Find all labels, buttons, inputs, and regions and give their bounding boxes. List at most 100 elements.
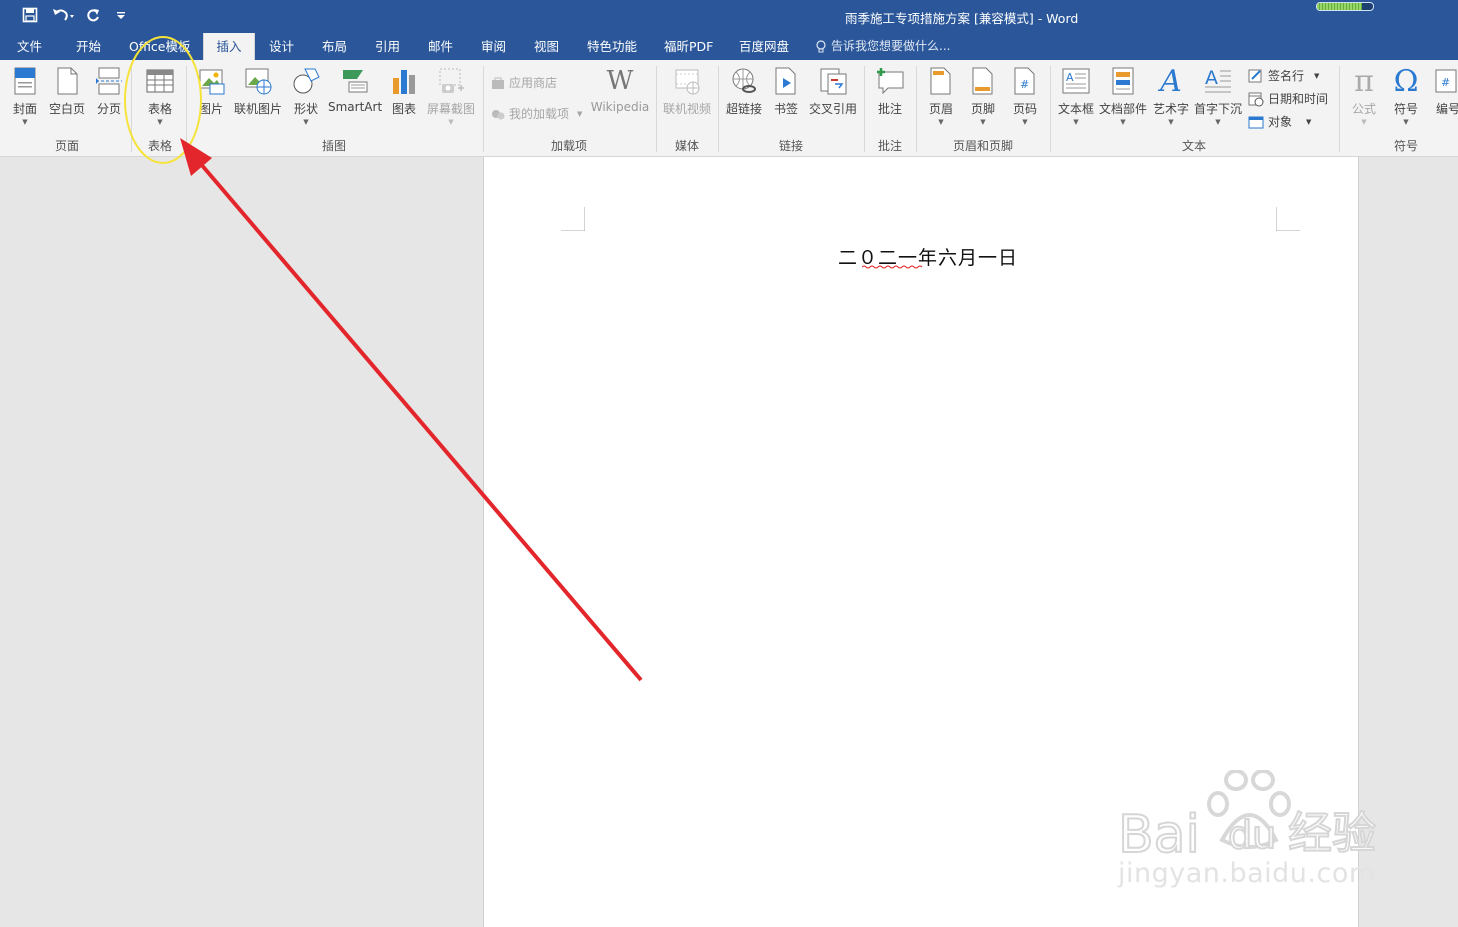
group-label-illustrations: 插图 [321, 139, 347, 153]
tab-references[interactable]: 引用 [375, 33, 400, 60]
dropdown-arrow-icon: ▼ [1168, 118, 1174, 126]
signature-line-label: 签名行 [1268, 69, 1305, 83]
hyperlink-button[interactable]: 超链接 [724, 64, 764, 117]
smartart-button[interactable]: SmartArt [328, 64, 382, 114]
progress-fill [1317, 3, 1362, 10]
online-video-button[interactable]: 联机视频 [662, 64, 712, 117]
cross-reference-button[interactable]: 交叉引用 [808, 64, 858, 117]
symbol-button[interactable]: Ω 符号 ▼ [1388, 64, 1424, 127]
svg-text:du: du [1228, 813, 1276, 857]
wordart-button[interactable]: A 艺术字 ▼ [1151, 64, 1191, 127]
group-label-links: 链接 [778, 139, 804, 153]
numbering-label: 编号 [1436, 102, 1458, 116]
page-number-button[interactable]: # 页码 ▼ [1008, 64, 1042, 127]
store-button[interactable]: 应用商店 [491, 74, 557, 91]
customize-qat-icon[interactable] [114, 5, 128, 25]
page-break-button[interactable]: 分页 [92, 64, 126, 117]
my-addins-button[interactable]: 我的加载项 ▼ [491, 105, 582, 122]
tab-layout[interactable]: 布局 [322, 33, 347, 60]
drop-cap-icon: A [1193, 64, 1243, 98]
cover-page-label: 封面 [12, 102, 37, 116]
group-label-text: 文本 [1181, 139, 1207, 153]
tab-office-templates[interactable]: Office模板 [129, 33, 191, 60]
svg-text:经验: 经验 [1288, 808, 1376, 859]
online-video-icon [662, 64, 712, 98]
group-label-comments: 批注 [877, 139, 903, 153]
numbering-button[interactable]: # 编号 [1430, 64, 1458, 117]
picture-icon [194, 64, 228, 98]
group-separator [864, 66, 865, 152]
group-separator [916, 66, 917, 152]
wikipedia-label: Wikipedia [590, 100, 650, 114]
date-time-button[interactable]: 日期和时间 [1248, 90, 1328, 107]
online-picture-label: 联机图片 [234, 102, 283, 116]
tab-home[interactable]: 开始 [76, 33, 101, 60]
cover-page-button[interactable]: 封面 ▼ [8, 64, 42, 127]
group-label-symbols: 符号 [1393, 139, 1419, 153]
tab-file[interactable]: 文件 [17, 33, 42, 60]
quick-parts-button[interactable]: 文档部件 ▼ [1098, 64, 1148, 127]
textbox-button[interactable]: A 文本框 ▼ [1056, 64, 1096, 127]
dropdown-arrow-icon: ▼ [577, 109, 583, 118]
online-video-label: 联机视频 [662, 102, 711, 116]
tab-insert[interactable]: 插入 [203, 33, 255, 60]
undo-icon[interactable] [50, 5, 78, 25]
screenshot-icon [426, 64, 476, 98]
signature-line-icon [1248, 68, 1264, 84]
svg-text:Bai: Bai [1118, 805, 1200, 860]
smartart-icon [328, 64, 382, 98]
equation-label: 公式 [1351, 102, 1376, 116]
blank-page-button[interactable]: 空白页 [46, 64, 88, 117]
tab-foxit-pdf[interactable]: 福昕PDF [664, 33, 713, 60]
dropdown-arrow-icon: ▼ [22, 118, 28, 126]
object-button[interactable]: 对象 ▼ [1248, 113, 1311, 130]
margin-corner-mark [561, 207, 585, 231]
bookmark-icon [770, 64, 802, 98]
shapes-button[interactable]: 形状 ▼ [288, 64, 324, 127]
save-icon[interactable] [20, 5, 40, 25]
dropdown-arrow-icon: ▼ [1215, 118, 1221, 126]
page-break-icon [92, 64, 126, 98]
bookmark-button[interactable]: 书签 [770, 64, 802, 117]
tab-design[interactable]: 设计 [269, 33, 294, 60]
tab-view[interactable]: 视图 [534, 33, 559, 60]
group-separator [718, 66, 719, 152]
picture-button[interactable]: 图片 [194, 64, 228, 117]
group-separator [1050, 66, 1051, 152]
comment-button[interactable]: 批注 [872, 64, 908, 117]
signature-line-button[interactable]: 签名行 ▼ [1248, 67, 1319, 84]
drop-cap-button[interactable]: A 首字下沉 ▼ [1193, 64, 1243, 127]
wordart-label: 艺术字 [1152, 102, 1189, 116]
redo-icon[interactable] [84, 5, 102, 25]
ribbon-tab-bar: 文件 开始 Office模板 插入 设计 布局 引用 邮件 审阅 视图 特色功能… [0, 33, 1458, 60]
tell-me-search[interactable]: 告诉我您想要做什么... [815, 33, 950, 60]
dropdown-arrow-icon: ▼ [157, 118, 163, 126]
footer-button[interactable]: 页脚 ▼ [966, 64, 1000, 127]
tab-mailings[interactable]: 邮件 [428, 33, 453, 60]
online-picture-button[interactable]: 联机图片 [234, 64, 282, 117]
svg-text:A: A [1205, 67, 1218, 89]
header-icon [924, 64, 958, 98]
tab-special-features[interactable]: 特色功能 [587, 33, 637, 60]
cross-reference-icon [808, 64, 858, 98]
my-addins-label: 我的加载项 [509, 107, 570, 121]
ribbon-insert: 封面 ▼ 空白页 分页 页面 表格 ▼ 表格 图片 联机图片 形状 ▼ Smar… [0, 60, 1458, 157]
screenshot-button[interactable]: 屏幕截图 ▼ [426, 64, 476, 127]
equation-button[interactable]: π 公式 ▼ [1346, 64, 1382, 127]
wikipedia-button[interactable]: W Wikipedia [590, 64, 650, 114]
tab-baidu-netdisk[interactable]: 百度网盘 [739, 33, 789, 60]
dropdown-arrow-icon: ▼ [1073, 118, 1079, 126]
group-separator [1339, 66, 1340, 152]
dropdown-arrow-icon: ▼ [303, 118, 309, 126]
table-button[interactable]: 表格 ▼ [142, 64, 178, 127]
textbox-label: 文本框 [1057, 102, 1094, 116]
table-icon [142, 64, 178, 98]
blank-page-icon [46, 64, 88, 98]
comment-label: 批注 [877, 102, 902, 116]
group-separator [131, 66, 132, 152]
store-label: 应用商店 [509, 76, 558, 90]
chart-button[interactable]: 图表 [388, 64, 420, 117]
tab-review[interactable]: 审阅 [481, 33, 506, 60]
header-button[interactable]: 页眉 ▼ [924, 64, 958, 127]
hyperlink-icon [724, 64, 764, 98]
